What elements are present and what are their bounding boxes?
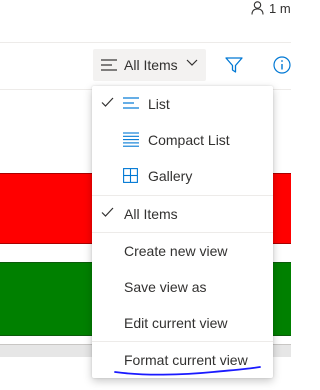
menu-item-list[interactable]: List xyxy=(92,86,273,122)
compact-list-icon xyxy=(123,132,139,147)
underline-annotation xyxy=(114,366,261,376)
menu-item-label: All Items xyxy=(124,206,178,222)
menu-item-save-view-as[interactable]: Save view as xyxy=(92,269,273,305)
gallery-icon xyxy=(123,168,138,183)
menu-item-compact-list[interactable]: Compact List xyxy=(92,122,273,158)
person-icon xyxy=(251,1,264,15)
menu-item-label: Save view as xyxy=(124,279,207,295)
view-selector-label: All Items xyxy=(124,57,178,73)
menu-item-create-new-view[interactable]: Create new view xyxy=(92,233,273,269)
menu-item-label: List xyxy=(148,96,170,112)
chevron-down-icon xyxy=(186,59,198,66)
menu-item-gallery[interactable]: Gallery xyxy=(92,158,273,194)
top-bar xyxy=(0,0,291,43)
menu-item-label: Edit current view xyxy=(124,315,228,331)
menu-item-label: Compact List xyxy=(148,132,230,148)
menu-item-label: Gallery xyxy=(148,168,193,184)
view-selector-button[interactable]: All Items xyxy=(93,49,206,81)
user-indicator-text: 1 m xyxy=(269,0,291,16)
menu-item-all-items[interactable]: All Items xyxy=(92,196,273,232)
checkmark-icon xyxy=(101,97,114,107)
view-options-menu: List Compact List Gallery All Items Crea… xyxy=(92,86,273,378)
menu-item-edit-current-view[interactable]: Edit current view xyxy=(92,305,273,341)
menu-item-label: Create new view xyxy=(124,243,228,259)
checkmark-icon xyxy=(101,207,114,217)
info-icon[interactable] xyxy=(273,55,293,75)
filter-icon[interactable] xyxy=(224,55,244,75)
view-lines-icon xyxy=(101,59,117,71)
list-icon xyxy=(123,97,139,109)
user-indicator[interactable]: 1 m xyxy=(251,0,291,16)
